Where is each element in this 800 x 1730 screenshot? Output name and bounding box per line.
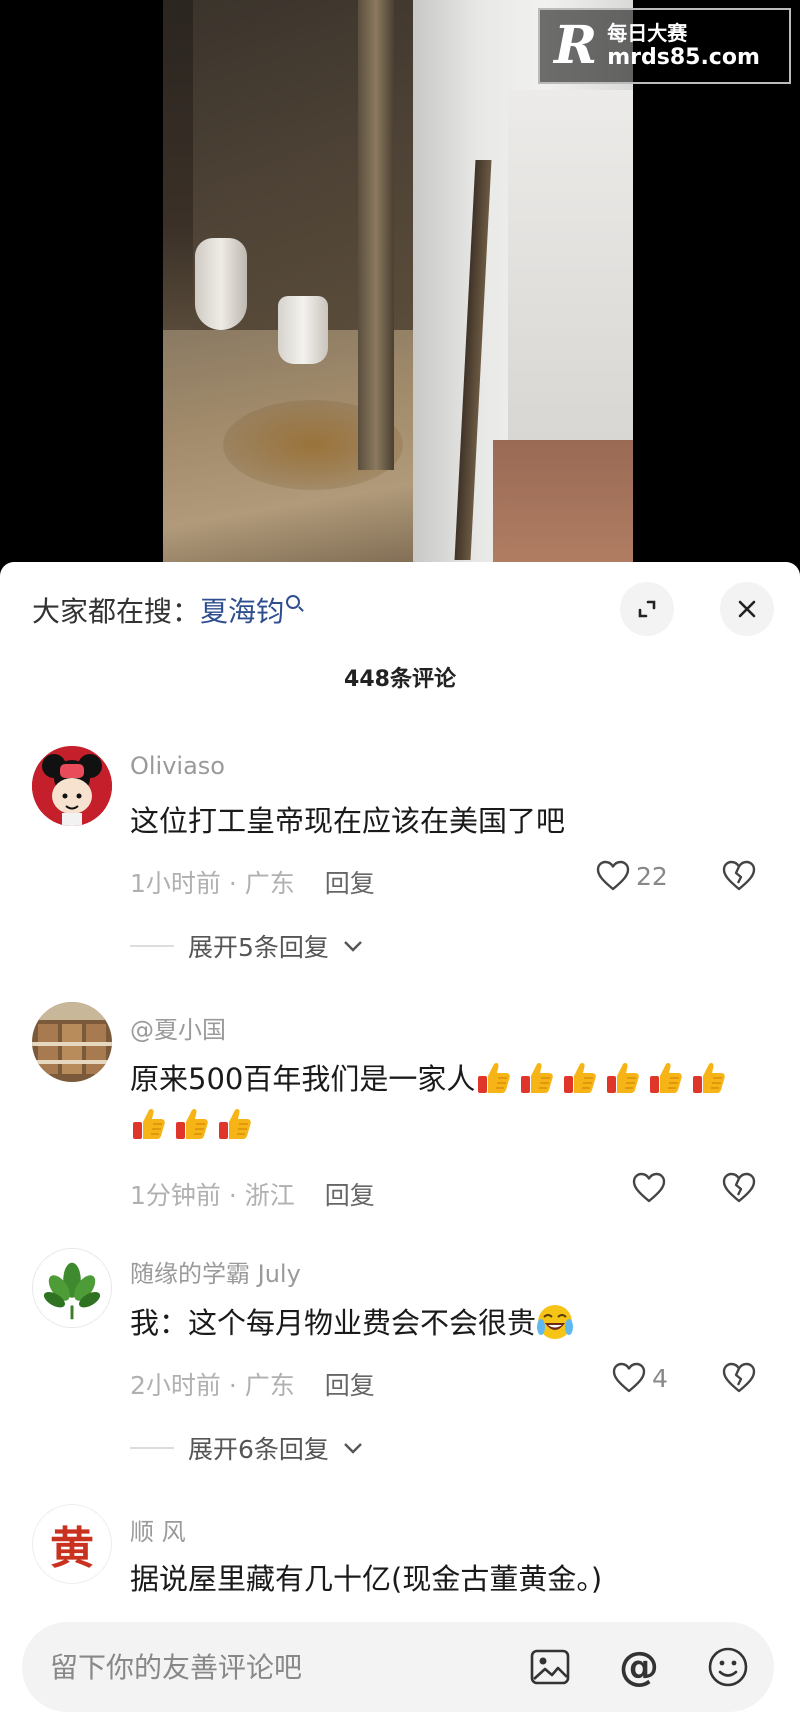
trending-search-keyword[interactable]: 夏海钧 (200, 590, 284, 630)
expand-replies-label: 展开5条回复 (188, 933, 329, 962)
thumbs-up-emoji (478, 1062, 511, 1093)
avatar-glyph: 黄 (50, 1523, 94, 1574)
divider (130, 1447, 174, 1449)
comment-sheet: 大家都在搜： 夏海钧 448条评论 Oliviaso 这位打工皇帝现在应该在美国… (0, 562, 800, 1730)
emoji-button[interactable] (705, 1644, 751, 1690)
expand-replies[interactable]: 展开5条回复 (130, 928, 363, 964)
video-player[interactable]: R 每日大赛 mrds85.com (0, 0, 800, 562)
site-watermark: R 每日大赛 mrds85.com (538, 8, 791, 84)
comment-time: 1分钟前 (130, 1181, 221, 1210)
like-button[interactable]: 22 (596, 860, 668, 892)
close-button[interactable] (720, 582, 774, 636)
search-icon[interactable] (286, 595, 301, 609)
expand-icon (638, 600, 656, 618)
chevron-down-icon (344, 941, 362, 952)
right-floor (493, 440, 633, 562)
crying-laughing-emoji (537, 1305, 574, 1339)
comment-input[interactable] (50, 1650, 480, 1684)
comment-text: 据说屋里藏有几十亿(现金古董黄金。) (130, 1562, 603, 1596)
avatar[interactable] (32, 1002, 112, 1082)
heart-icon (632, 1172, 666, 1203)
comment-meta: 1分钟前 · 浙江 回复 (130, 1181, 375, 1210)
avatar-image (32, 746, 112, 826)
video-frame (163, 0, 633, 562)
like-count: 4 (652, 1363, 668, 1393)
comment-text-body: 我：这个每月物业费会不会很贵 (130, 1306, 537, 1340)
close-icon (738, 600, 756, 618)
like-button[interactable]: 4 (612, 1362, 668, 1394)
chevron-down-icon (344, 1443, 362, 1454)
comment-time: 2小时前 (130, 1371, 221, 1400)
comment-location: 广东 (244, 869, 295, 898)
comment-input-bar: @ (22, 1622, 774, 1712)
urinal (195, 238, 247, 330)
thumbs-up-emoji (607, 1062, 640, 1093)
comment-text-body: 原来500百年我们是一家人 (130, 1062, 476, 1096)
broken-heart-icon (722, 1172, 756, 1203)
divider (130, 945, 174, 947)
avatar[interactable] (32, 1248, 112, 1328)
trending-search: 大家都在搜： 夏海钧 (32, 590, 301, 630)
stall-partition (358, 0, 394, 470)
reply-button[interactable]: 回复 (325, 1181, 375, 1210)
thumbs-up-emoji (693, 1062, 726, 1093)
comment-text: 我：这个每月物业费会不会很贵 (130, 1300, 750, 1346)
comment-location: 浙江 (244, 1181, 295, 1210)
watermark-logo: R (554, 15, 598, 76)
emoji-icon (708, 1647, 748, 1687)
dislike-button[interactable] (722, 1172, 756, 1208)
image-button[interactable] (527, 1644, 573, 1690)
thumbs-up-emoji (521, 1062, 554, 1093)
like-count: 22 (636, 861, 668, 891)
heart-icon (612, 1362, 646, 1393)
right-wall (508, 90, 633, 450)
comment-count: 448条评论 (344, 667, 456, 692)
comment-text: 原来500百年我们是一家人 (130, 1056, 750, 1148)
expand-replies[interactable]: 展开6条回复 (130, 1430, 363, 1466)
thumbs-up-emoji (219, 1108, 251, 1139)
avatar[interactable] (32, 746, 112, 826)
expand-replies-label: 展开6条回复 (188, 1435, 329, 1464)
thumbs-up-emoji (176, 1108, 208, 1139)
comment-text: 这位打工皇帝现在应该在美国了吧 (130, 804, 566, 838)
like-button[interactable] (632, 1172, 666, 1204)
comment-username[interactable]: @夏小国 (130, 1010, 226, 1045)
comment-username[interactable]: 顺 风 (130, 1512, 186, 1547)
toilet (278, 296, 328, 364)
reply-button[interactable]: 回复 (325, 1371, 375, 1400)
comment-username[interactable]: 随缘的学霸 July (130, 1254, 301, 1289)
watermark-url: mrds85.com (607, 45, 760, 70)
comment-location: 广东 (244, 1371, 295, 1400)
comment-time: 1小时前 (130, 869, 221, 898)
image-icon (530, 1649, 570, 1685)
broken-heart-icon (722, 860, 756, 891)
at-icon[interactable]: @ (616, 1644, 662, 1690)
heart-icon (596, 860, 630, 891)
dislike-button[interactable] (722, 860, 756, 896)
expand-button[interactable] (620, 582, 674, 636)
dislike-button[interactable] (722, 1362, 756, 1398)
trending-search-prefix: 大家都在搜： (32, 595, 201, 628)
thumbs-up-emoji (564, 1062, 597, 1093)
comment-username[interactable]: Oliviaso (130, 752, 225, 780)
comment-meta: 2小时前 · 广东 回复 (130, 1371, 375, 1400)
broken-heart-icon (722, 1362, 756, 1393)
reply-button[interactable]: 回复 (325, 869, 375, 898)
thumbs-up-emoji (133, 1108, 165, 1139)
thumbs-up-emoji (650, 1062, 683, 1093)
watermark-site-name: 每日大赛 (607, 21, 688, 45)
comment-meta: 1小时前 · 广东 回复 (130, 869, 375, 898)
avatar-image (33, 1249, 111, 1327)
avatar[interactable]: 黄 (32, 1504, 112, 1584)
avatar-image (32, 1002, 112, 1082)
